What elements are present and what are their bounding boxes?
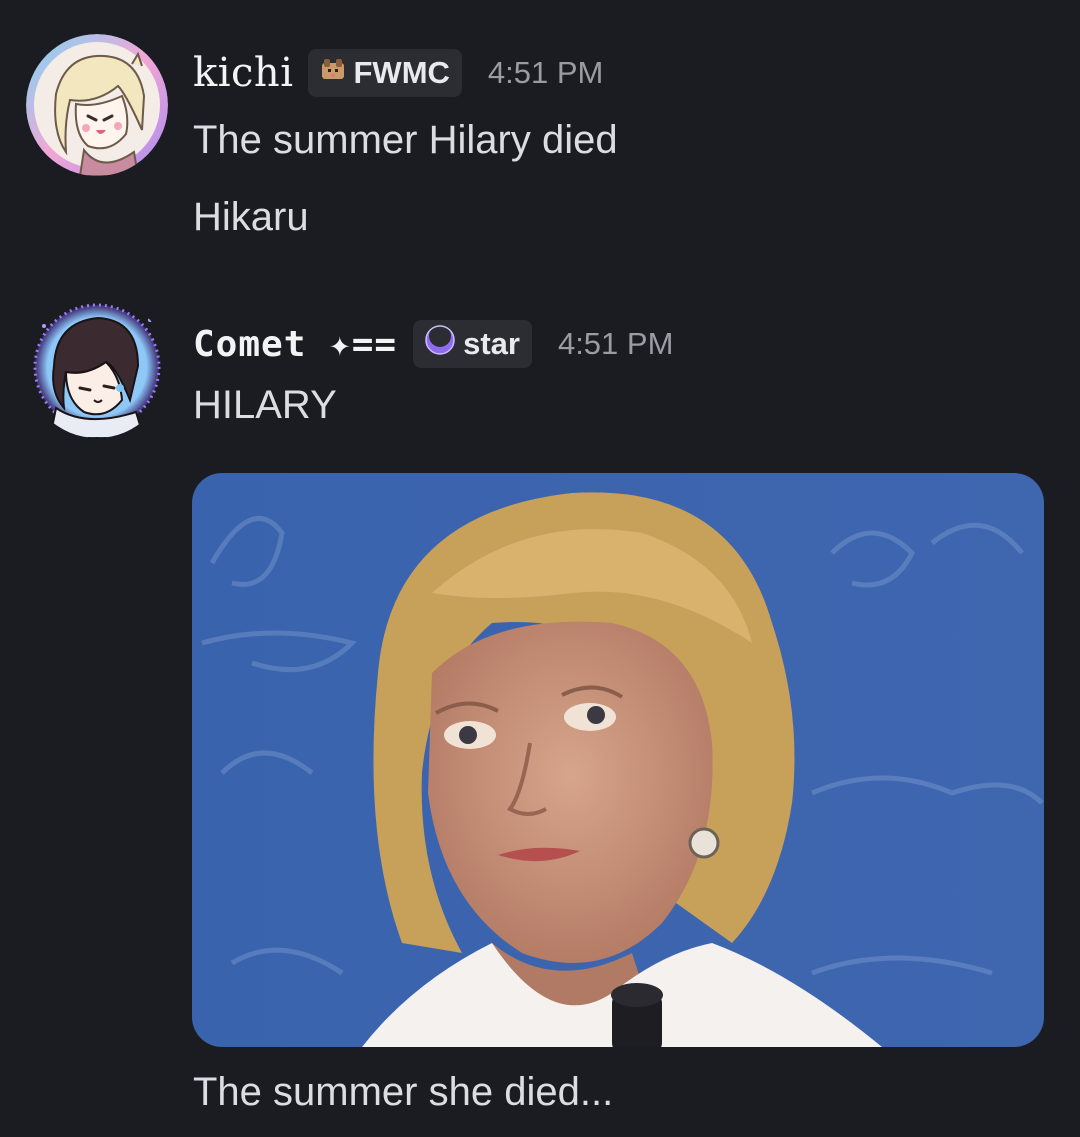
timestamp: 4:51 PM [557, 326, 674, 361]
username[interactable]: Comet ✦== [193, 324, 397, 365]
message-text: HILARY [193, 383, 337, 427]
avatar[interactable] [26, 34, 168, 176]
dog-emoji-icon [320, 55, 346, 91]
server-tag-label: star [463, 326, 520, 361]
timestamp: 4:51 PM [487, 55, 604, 90]
server-tag-label: FWMC [353, 55, 450, 90]
crescent-moon-icon [425, 325, 455, 363]
server-tag[interactable]: FWMC [307, 49, 462, 97]
image-attachment[interactable] [192, 473, 1044, 1047]
message-text: The summer Hilary died [193, 118, 618, 162]
chat-log: kichi FWMC 4:51 PM The summer Hilary die… [0, 0, 1080, 1137]
message-header: Comet ✦== star 4:51 PM [193, 318, 673, 370]
message-text: The summer she died... [193, 1070, 614, 1114]
message-header: kichi FWMC 4:51 PM [193, 47, 603, 99]
username[interactable]: kichi [193, 50, 294, 96]
message-text: Hikaru [193, 195, 309, 239]
avatar[interactable] [26, 296, 168, 438]
server-tag[interactable]: star [413, 320, 532, 368]
